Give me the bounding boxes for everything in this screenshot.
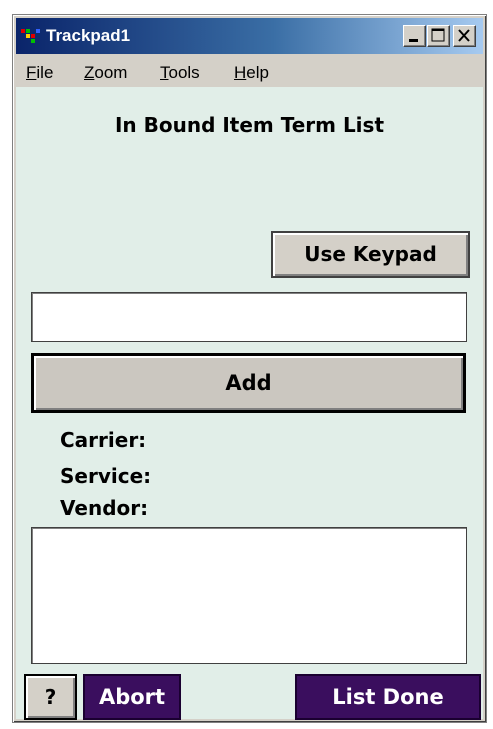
carrier-label: Carrier: [60, 428, 147, 452]
app-icon [21, 29, 40, 43]
app-window: Trackpad1 File Zoom Tools Help In Bound … [12, 14, 487, 723]
list-done-button[interactable]: List Done [295, 674, 481, 720]
add-button[interactable]: Add [31, 353, 466, 413]
menu-bar: File Zoom Tools Help [16, 57, 483, 87]
close-button[interactable] [453, 25, 476, 47]
abort-button[interactable]: Abort [83, 674, 181, 720]
menu-zoom[interactable]: Zoom [84, 63, 127, 83]
window-title: Trackpad1 [46, 26, 131, 45]
vendor-label: Vendor: [60, 496, 149, 520]
help-button[interactable]: ? [24, 674, 77, 720]
use-keypad-button[interactable]: Use Keypad [271, 231, 470, 278]
menu-help[interactable]: Help [234, 63, 269, 83]
title-bar[interactable]: Trackpad1 [16, 18, 483, 54]
items-list-box[interactable] [31, 527, 467, 664]
menu-file[interactable]: File [26, 63, 53, 83]
menu-tools[interactable]: Tools [160, 63, 200, 83]
client-area: In Bound Item Term List Use Keypad Add C… [16, 87, 483, 720]
close-icon [458, 29, 470, 42]
page-title: In Bound Item Term List [114, 113, 385, 137]
minimize-button[interactable] [403, 25, 426, 47]
service-label: Service: [60, 464, 152, 488]
maximize-icon [431, 28, 445, 42]
maximize-button[interactable] [427, 25, 450, 47]
item-entry-input[interactable] [31, 292, 467, 342]
minimize-icon [409, 39, 418, 42]
